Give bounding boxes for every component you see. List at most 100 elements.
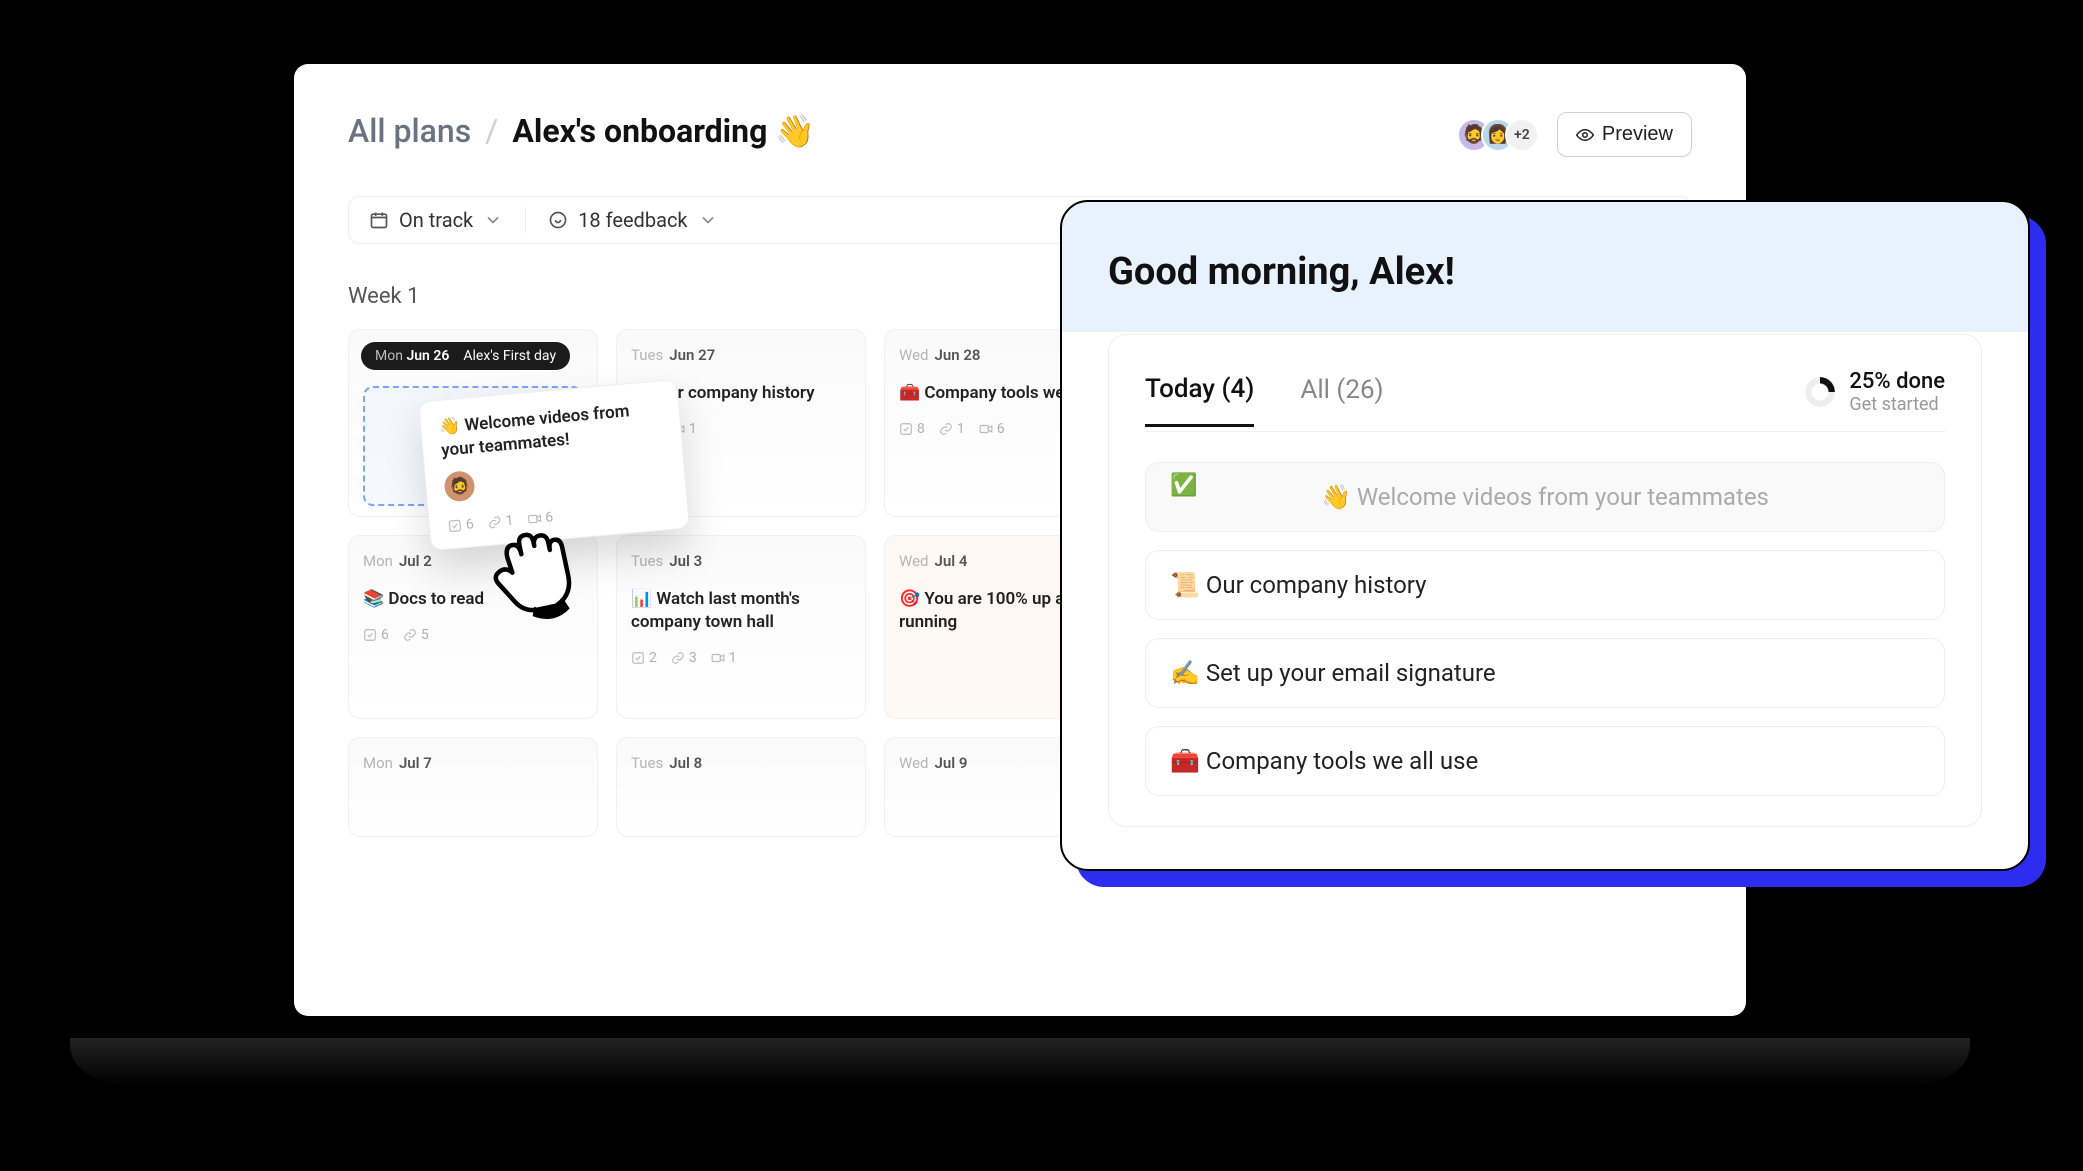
check-icon: ✅ (1170, 473, 1197, 498)
date: Jul 3 (669, 552, 702, 570)
day-header: Tues Jun 27 (631, 346, 851, 364)
day-header: Tues Jul 8 (631, 754, 851, 772)
stat-videos: 6 (545, 509, 554, 526)
task-stats: 2 3 1 (631, 650, 851, 666)
task-stats: 6 1 6 (447, 499, 670, 534)
stat-checks: 6 (465, 516, 474, 533)
task-item-label: 👋 Welcome videos from your teammates (1321, 483, 1769, 511)
task-list: ✅ 👋 Welcome videos from your teammates 📜… (1145, 462, 1945, 796)
task-item-label: ✍️ Set up your email signature (1170, 659, 1496, 687)
stat-checks: 8 (917, 421, 925, 437)
date: Jul 2 (399, 552, 432, 570)
breadcrumb-current: Alex's onboarding 👋 (512, 112, 815, 150)
tab-today[interactable]: Today (4) (1145, 374, 1254, 427)
feedback-label: 18 feedback (578, 208, 687, 232)
task-title: 📚 Docs to read (363, 588, 583, 611)
chevron-down-icon (483, 210, 503, 230)
task-title: 👋 Welcome videos from your teammates! (438, 398, 663, 463)
stat-videos: 1 (689, 421, 697, 437)
dow: Tues (631, 754, 663, 772)
welcome-overlay: Good morning, Alex! Today (4) All (26) 2… (1060, 200, 2030, 871)
link-icon (487, 515, 502, 530)
preview-label: Preview (1602, 123, 1673, 146)
progress: 25% done Get started (1805, 369, 1945, 431)
stat-checks: 6 (381, 627, 389, 643)
video-icon (979, 422, 993, 436)
stat-videos: 6 (997, 421, 1005, 437)
task-item[interactable]: ✍️ Set up your email signature (1145, 638, 1945, 708)
task-item[interactable]: 📜 Our company history (1145, 550, 1945, 620)
calendar-icon (369, 210, 389, 230)
day-column[interactable]: Mon Jul 2 📚 Docs to read 6 5 (348, 535, 598, 719)
checklist-icon (631, 651, 645, 665)
dow: Wed (899, 754, 929, 772)
date: Jul 8 (669, 754, 702, 772)
task-card[interactable]: 📚 Docs to read 6 5 (363, 588, 583, 643)
link-icon (671, 651, 685, 665)
laptop-base (70, 1038, 1970, 1086)
dow: Mon (363, 552, 393, 570)
dow: Mon (375, 348, 403, 364)
assignee-avatar: 🧔 (443, 470, 476, 503)
day-header: Mon Jul 2 (363, 552, 583, 570)
stat-links: 1 (957, 421, 965, 437)
task-stats: 6 5 (363, 627, 583, 643)
tab-all[interactable]: All (26) (1300, 375, 1383, 425)
chevron-down-icon (698, 210, 718, 230)
task-item[interactable]: 🧰 Company tools we all use (1145, 726, 1945, 796)
header-actions: 🧔 👩 +2 Preview (1467, 112, 1692, 157)
day-header: Mon Jul 7 (363, 754, 583, 772)
link-icon (403, 628, 417, 642)
feedback-dropdown[interactable]: 18 feedback (548, 208, 717, 232)
dragging-task-card[interactable]: 👋 Welcome videos from your teammates! 🧔 … (418, 379, 690, 551)
task-item-label: 🧰 Company tools we all use (1170, 747, 1478, 775)
preview-button[interactable]: Preview (1557, 112, 1692, 157)
day-header: Tues Jul 3 (631, 552, 851, 570)
link-icon (939, 422, 953, 436)
dow: Mon (363, 754, 393, 772)
video-icon (527, 511, 542, 526)
stat-links: 3 (689, 650, 697, 666)
comment-icon (548, 210, 568, 230)
video-icon (711, 651, 725, 665)
breadcrumb-root[interactable]: All plans (348, 112, 471, 150)
day-column[interactable]: Tues Jul 3 📊 Watch last month's company … (616, 535, 866, 719)
checklist-icon (447, 518, 462, 533)
day-pill: Mon Jun 26 Alex's First day (361, 342, 570, 370)
task-item-label: 📜 Our company history (1170, 571, 1427, 599)
eye-icon (1576, 126, 1594, 144)
progress-percent: 25% done (1849, 369, 1945, 394)
dow: Wed (899, 346, 929, 364)
stat-links: 1 (505, 513, 514, 530)
task-item[interactable]: ✅ 👋 Welcome videos from your teammates (1145, 462, 1945, 532)
date: Jun 27 (669, 346, 715, 364)
day-column[interactable]: Tues Jul 8 (616, 737, 866, 837)
progress-subtitle: Get started (1849, 394, 1945, 415)
date: Jul 4 (935, 552, 968, 570)
tasks-panel: Today (4) All (26) 25% done Get started … (1108, 334, 1982, 827)
tabs: Today (4) All (26) 25% done Get started (1145, 369, 1945, 432)
date: Jun 28 (935, 346, 981, 364)
greeting: Good morning, Alex! (1108, 250, 1982, 294)
date: Jul 7 (399, 754, 432, 772)
breadcrumb-separator: / (485, 112, 498, 150)
status-label: On track (399, 208, 473, 232)
dow: Wed (899, 552, 929, 570)
date: Jul 9 (935, 754, 968, 772)
checklist-icon (899, 422, 913, 436)
first-day-tag: Alex's First day (463, 348, 556, 364)
status-dropdown[interactable]: On track (369, 208, 503, 232)
separator (525, 207, 526, 233)
day-column[interactable]: Mon Jul 7 (348, 737, 598, 837)
progress-ring-icon (1805, 377, 1835, 407)
stat-links: 5 (421, 627, 429, 643)
avatar-more[interactable]: +2 (1505, 118, 1539, 152)
date: Jun 26 (406, 348, 449, 364)
dow: Tues (631, 346, 663, 364)
dow: Tues (631, 552, 663, 570)
checklist-icon (363, 628, 377, 642)
collaborator-avatars[interactable]: 🧔 👩 +2 (1467, 118, 1539, 152)
stat-checks: 2 (649, 650, 657, 666)
stat-videos: 1 (729, 650, 737, 666)
task-card[interactable]: 📊 Watch last month's company town hall 2… (631, 588, 851, 666)
